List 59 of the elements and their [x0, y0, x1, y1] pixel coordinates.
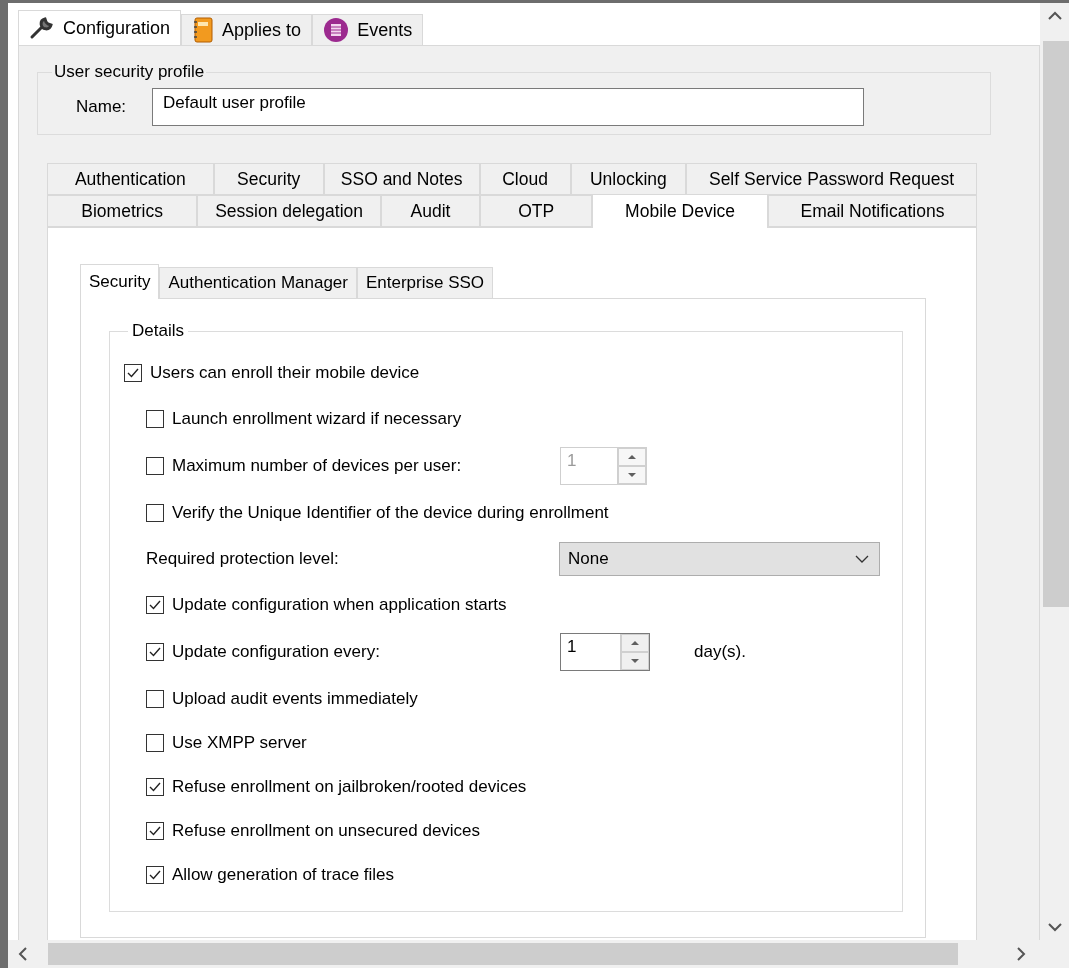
- name-field[interactable]: Default user profile: [152, 88, 865, 126]
- tab[interactable]: OTP: [480, 195, 593, 227]
- option-label: Update configuration when application starts: [172, 595, 507, 615]
- tab[interactable]: Biometrics: [47, 195, 198, 227]
- tab[interactable]: Session delegation: [197, 195, 381, 227]
- option-label: Launch enrollment wizard if necessary: [172, 409, 462, 429]
- tab[interactable]: Enterprise SSO: [357, 267, 494, 298]
- checkbox[interactable]: [146, 643, 164, 661]
- list-icon: [323, 17, 350, 43]
- checkbox[interactable]: [146, 504, 164, 522]
- checkbox[interactable]: [146, 866, 164, 884]
- checkbox[interactable]: [146, 596, 164, 614]
- tab[interactable]: Unlocking: [570, 163, 686, 195]
- option-label: Use XMPP server: [172, 733, 307, 753]
- scroll-right-icon[interactable]: [1017, 947, 1026, 961]
- option-label: Allow generation of trace files: [172, 865, 395, 885]
- group-title: Details: [131, 321, 185, 341]
- scroll-thumb[interactable]: [48, 943, 958, 965]
- option-label: Update configuration every:: [172, 642, 381, 662]
- scroll-left-icon[interactable]: [18, 947, 27, 961]
- tab[interactable]: Security: [213, 163, 324, 195]
- option-label: Verify the Unique Identifier of the device during enrollment: [172, 503, 609, 523]
- option-label: Refuse enrollment on unsecured devices: [172, 821, 481, 841]
- checkbox[interactable]: [146, 410, 164, 428]
- tab[interactable]: Authentication Manager: [159, 267, 357, 298]
- dropdown[interactable]: None: [559, 542, 880, 576]
- wrench-icon: [29, 16, 55, 40]
- tab[interactable]: Email Notifications: [768, 195, 977, 227]
- option-label: Users can enroll their mobile device: [150, 363, 420, 383]
- checkbox[interactable]: [146, 734, 164, 752]
- checkbox[interactable]: [124, 364, 142, 382]
- option-label: Upload audit events immediately: [172, 689, 418, 709]
- tab[interactable]: Applies to: [181, 14, 313, 45]
- scroll-down-icon[interactable]: [1047, 923, 1062, 932]
- tab[interactable]: Authentication: [47, 163, 214, 195]
- option-label: Maximum number of devices per user:: [172, 456, 463, 476]
- spin-field[interactable]: 1: [560, 633, 650, 671]
- tab[interactable]: SSO and Notes: [323, 163, 480, 195]
- checkbox[interactable]: [146, 822, 164, 840]
- horizontal-scrollbar[interactable]: [8, 940, 1040, 968]
- tab[interactable]: Configuration: [18, 10, 182, 45]
- scroll-thumb[interactable]: [1043, 41, 1069, 607]
- option-label: Refuse enrollment on jailbroken/rooted devices: [172, 777, 527, 797]
- notebook-icon: [192, 17, 215, 43]
- chevron-down-icon: [855, 555, 869, 563]
- unit-label: day(s).: [694, 642, 746, 662]
- checkbox[interactable]: [146, 690, 164, 708]
- option-label: Required protection level:: [146, 549, 340, 569]
- tab[interactable]: Audit: [380, 195, 481, 227]
- scroll-up-icon[interactable]: [1047, 11, 1062, 20]
- checkbox[interactable]: [146, 778, 164, 796]
- tab[interactable]: Events: [312, 14, 424, 45]
- group-title: User security profile: [53, 62, 206, 82]
- tab[interactable]: Cloud: [479, 163, 571, 195]
- tab[interactable]: Self Service Password Request: [686, 163, 977, 195]
- name-label: Name:: [76, 97, 127, 117]
- tab[interactable]: Security: [80, 264, 160, 299]
- vertical-scrollbar[interactable]: [1040, 3, 1069, 940]
- tab[interactable]: Mobile Device: [592, 194, 768, 228]
